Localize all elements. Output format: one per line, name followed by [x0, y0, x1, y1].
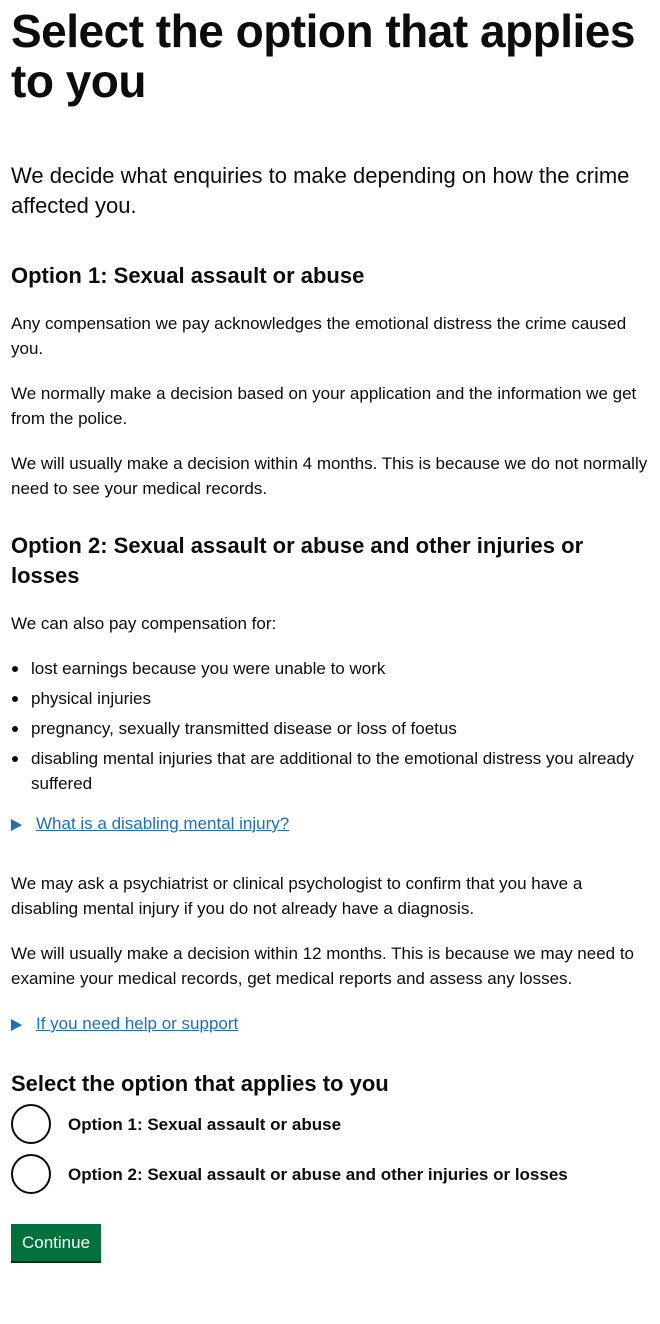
page: Select the option that applies to you We…	[0, 6, 660, 1261]
option1-heading: Option 1: Sexual assault or abuse	[11, 263, 365, 288]
details-help-support[interactable]: If you need help or support	[11, 1011, 649, 1036]
option1-paragraph-2: We normally make a decision based on you…	[11, 384, 637, 428]
continue-button[interactable]: Continue	[11, 1224, 102, 1261]
details-disabling-mental-injury-link[interactable]: What is a disabling mental injury?	[36, 811, 289, 836]
compensation-list: lost earnings because you were unable to…	[11, 656, 649, 796]
radio-option-2-circle[interactable]	[11, 1154, 51, 1194]
triangle-right-icon[interactable]	[11, 1018, 22, 1031]
radio-option-1-circle[interactable]	[11, 1104, 51, 1144]
list-item: disabling mental injuries that are addit…	[11, 746, 649, 796]
radio-option-1-label[interactable]: Option 1: Sexual assault or abuse	[68, 1112, 341, 1137]
details-disabling-mental-injury[interactable]: What is a disabling mental injury?	[11, 811, 649, 836]
triangle-right-icon[interactable]	[11, 818, 22, 831]
lead-paragraph: We decide what enquiries to make dependi…	[11, 163, 630, 218]
option1-paragraph-3: We will usually make a decision within 4…	[11, 454, 648, 498]
list-item: physical injuries	[11, 686, 649, 711]
option2-intro: We can also pay compensation for:	[11, 614, 277, 633]
list-item: pregnancy, sexually transmitted disease …	[11, 716, 649, 741]
radio-option-1[interactable]: Option 1: Sexual assault or abuse	[11, 1104, 649, 1144]
option2-paragraph-1: We may ask a psychiatrist or clinical ps…	[11, 874, 583, 918]
list-item: lost earnings because you were unable to…	[11, 656, 649, 681]
details-help-support-link[interactable]: If you need help or support	[36, 1011, 238, 1036]
radio-option-2-label[interactable]: Option 2: Sexual assault or abuse and ot…	[68, 1162, 568, 1187]
option2-paragraph-2: We will usually make a decision within 1…	[11, 944, 635, 988]
page-title: Select the option that applies to you	[11, 5, 635, 107]
form-legend: Select the option that applies to you	[11, 1071, 389, 1096]
option1-paragraph-1: Any compensation we pay acknowledges the…	[11, 314, 627, 358]
radio-option-2[interactable]: Option 2: Sexual assault or abuse and ot…	[11, 1154, 649, 1194]
option2-heading: Option 2: Sexual assault or abuse and ot…	[11, 533, 584, 588]
